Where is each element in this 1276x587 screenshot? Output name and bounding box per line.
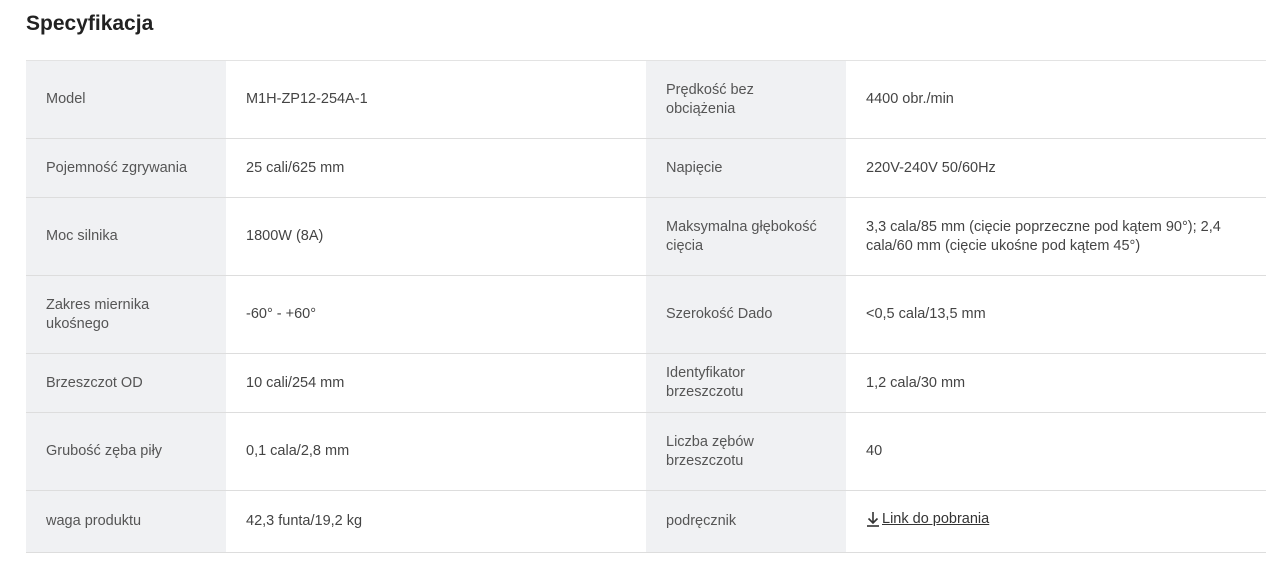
- spec-value: 4400 obr./min: [846, 60, 1266, 139]
- spec-label: Napięcie: [646, 138, 846, 198]
- spec-label: Liczba zębów brzeszczotu: [646, 412, 846, 491]
- spec-label: podręcznik: [646, 490, 846, 553]
- spec-value: 0,1 cala/2,8 mm: [226, 412, 646, 491]
- spec-label: waga produktu: [26, 490, 226, 553]
- spec-label: Pojemność zgrywania: [26, 138, 226, 198]
- spec-value: 1800W (8A): [226, 197, 646, 276]
- spec-row: waga produktu 42,3 funta/19,2 kg podręcz…: [26, 490, 1266, 553]
- spec-label: Moc silnika: [26, 197, 226, 276]
- spec-row: Pojemność zgrywania 25 cali/625 mm Napię…: [26, 138, 1266, 198]
- spec-value: 40: [846, 412, 1266, 491]
- spec-row: Moc silnika 1800W (8A) Maksymalna głębok…: [26, 197, 1266, 276]
- spec-value: -60° - +60°: [226, 275, 646, 354]
- spec-value: 25 cali/625 mm: [226, 138, 646, 198]
- download-manual-link[interactable]: Link do pobrania: [866, 510, 989, 529]
- spec-value: <0,5 cala/13,5 mm: [846, 275, 1266, 354]
- spec-value: 3,3 cala/85 mm (cięcie poprzeczne pod ką…: [846, 197, 1266, 276]
- spec-value: 220V-240V 50/60Hz: [846, 138, 1266, 198]
- spec-label: Identyfikator brzeszczotu: [646, 353, 846, 413]
- spec-row: Brzeszczot OD 10 cali/254 mm Identyfikat…: [26, 353, 1266, 413]
- spec-label: Maksymalna głębokość cięcia: [646, 197, 846, 276]
- spec-value: 10 cali/254 mm: [226, 353, 646, 413]
- spec-value: 1,2 cala/30 mm: [846, 353, 1266, 413]
- download-icon: [866, 511, 880, 528]
- spec-row: Grubość zęba piły 0,1 cala/2,8 mm Liczba…: [26, 412, 1266, 491]
- spec-label: Brzeszczot OD: [26, 353, 226, 413]
- spec-row: Zakres miernika ukośnego -60° - +60° Sze…: [26, 275, 1266, 354]
- download-link-label: Link do pobrania: [882, 510, 990, 527]
- spec-label: Szerokość Dado: [646, 275, 846, 354]
- section-title: Specyfikacja: [26, 12, 154, 35]
- manual-link-cell: Link do pobrania: [846, 490, 1266, 553]
- spec-label: Model: [26, 60, 226, 139]
- spec-label: Grubość zęba piły: [26, 412, 226, 491]
- spec-value: 42,3 funta/19,2 kg: [226, 490, 646, 553]
- spec-table: Model M1H-ZP12-254A-1 Prędkość bez obcią…: [26, 60, 1266, 553]
- spec-value: M1H-ZP12-254A-1: [226, 60, 646, 139]
- spec-label: Zakres miernika ukośnego: [26, 275, 226, 354]
- spec-label: Prędkość bez obciążenia: [646, 60, 846, 139]
- spec-row: Model M1H-ZP12-254A-1 Prędkość bez obcią…: [26, 60, 1266, 139]
